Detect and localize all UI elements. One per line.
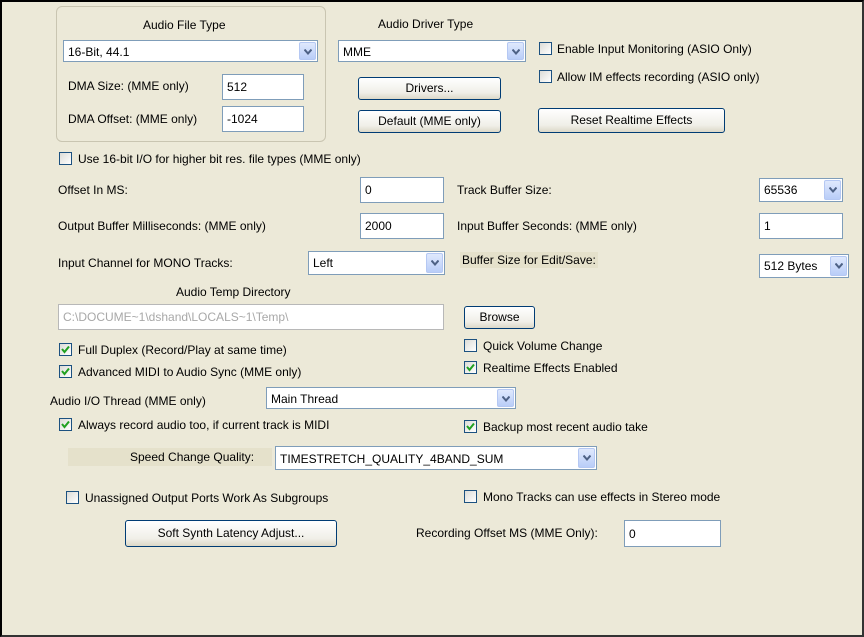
quick-volume-checkbox[interactable] — [464, 339, 477, 352]
io-thread-value: Main Thread — [271, 392, 339, 406]
audio-file-type-select[interactable]: 16-Bit, 44.1 — [63, 40, 318, 62]
soft-synth-latency-button[interactable]: Soft Synth Latency Adjust... — [125, 520, 337, 547]
unassigned-ports-label: Unassigned Output Ports Work As Subgroup… — [85, 491, 329, 505]
temp-dir-label: Audio Temp Directory — [176, 285, 291, 299]
enable-input-monitoring-checkbox[interactable] — [539, 42, 552, 55]
backup-take-checkbox[interactable] — [464, 420, 477, 433]
chevron-down-icon[interactable] — [824, 180, 841, 200]
offset-ms-input[interactable]: 0 — [360, 177, 444, 203]
buffer-edit-select[interactable]: 512 Bytes — [759, 254, 849, 278]
mono-stereo-label: Mono Tracks can use effects in Stereo mo… — [483, 490, 721, 504]
always-record-label: Always record audio too, if current trac… — [78, 418, 330, 432]
recording-offset-label: Recording Offset MS (MME Only): — [416, 526, 598, 540]
backup-take-label: Backup most recent audio take — [483, 420, 648, 434]
reset-realtime-effects-button[interactable]: Reset Realtime Effects — [538, 108, 725, 133]
audio-driver-type-select[interactable]: MME — [338, 40, 526, 62]
input-buffer-input[interactable]: 1 — [759, 213, 843, 239]
allow-im-effects-checkbox[interactable] — [539, 70, 552, 83]
speed-quality-value: TIMESTRETCH_QUALITY_4BAND_SUM — [280, 452, 504, 466]
advanced-midi-label: Advanced MIDI to Audio Sync (MME only) — [78, 365, 302, 379]
chevron-down-icon[interactable] — [497, 389, 514, 407]
default-mme-button[interactable]: Default (MME only) — [358, 110, 501, 133]
mono-stereo-checkbox[interactable] — [464, 490, 477, 503]
input-buffer-label: Input Buffer Seconds: (MME only) — [457, 219, 637, 233]
chevron-down-icon[interactable] — [299, 42, 316, 60]
dma-offset-input[interactable]: -1024 — [222, 106, 304, 132]
audio-driver-type-title: Audio Driver Type — [378, 17, 474, 31]
mono-channel-select[interactable]: Left — [308, 251, 445, 275]
use-16bit-label: Use 16-bit I/O for higher bit res. file … — [78, 152, 361, 166]
dma-size-input[interactable]: 512 — [222, 74, 304, 100]
full-duplex-label: Full Duplex (Record/Play at same time) — [78, 343, 287, 357]
quick-volume-label: Quick Volume Change — [483, 339, 603, 353]
recording-offset-input[interactable]: 0 — [624, 520, 721, 547]
output-buffer-input[interactable]: 2000 — [360, 213, 444, 239]
full-duplex-checkbox[interactable] — [59, 343, 72, 356]
track-buffer-select[interactable]: 65536 — [759, 178, 843, 202]
chevron-down-icon[interactable] — [426, 253, 443, 273]
track-buffer-value: 65536 — [764, 183, 798, 197]
audio-file-type-title: Audio File Type — [143, 18, 226, 32]
chevron-down-icon[interactable] — [578, 448, 595, 468]
chevron-down-icon[interactable] — [830, 256, 847, 276]
audio-file-type-value: 16-Bit, 44.1 — [68, 45, 130, 59]
track-buffer-label: Track Buffer Size: — [457, 183, 552, 197]
audio-settings-panel: Audio File Type 16-Bit, 44.1 DMA Size: (… — [0, 0, 864, 637]
temp-dir-input[interactable]: C:\DOCUME~1\dshand\LOCALS~1\Temp\ — [58, 304, 444, 330]
enable-input-monitoring-label: Enable Input Monitoring (ASIO Only) — [557, 42, 752, 56]
unassigned-ports-checkbox[interactable] — [66, 491, 79, 504]
speed-quality-select[interactable]: TIMESTRETCH_QUALITY_4BAND_SUM — [275, 446, 597, 470]
allow-im-effects-label: Allow IM effects recording (ASIO only) — [557, 70, 760, 84]
mono-channel-value: Left — [313, 256, 334, 270]
mono-channel-label: Input Channel for MONO Tracks: — [58, 256, 233, 270]
io-thread-label: Audio I/O Thread (MME only) — [50, 394, 206, 408]
drivers-button[interactable]: Drivers... — [358, 77, 501, 100]
io-thread-select[interactable]: Main Thread — [266, 387, 516, 409]
advanced-midi-checkbox[interactable] — [59, 365, 72, 378]
realtime-effects-checkbox[interactable] — [464, 361, 477, 374]
speed-quality-label: Speed Change Quality: — [130, 450, 255, 464]
realtime-effects-label: Realtime Effects Enabled — [483, 361, 618, 375]
dma-size-label: DMA Size: (MME only) — [68, 79, 189, 93]
chevron-down-icon[interactable] — [507, 42, 524, 60]
dma-offset-label: DMA Offset: (MME only) — [68, 112, 198, 126]
browse-button[interactable]: Browse — [464, 306, 535, 329]
use-16bit-checkbox[interactable] — [59, 152, 72, 165]
buffer-edit-value: 512 Bytes — [764, 259, 818, 273]
audio-driver-type-value: MME — [343, 45, 371, 59]
buffer-edit-label: Buffer Size for Edit/Save: — [460, 252, 598, 268]
always-record-checkbox[interactable] — [59, 418, 72, 431]
offset-ms-label: Offset In MS: — [58, 183, 128, 197]
output-buffer-label: Output Buffer Milliseconds: (MME only) — [58, 219, 266, 233]
